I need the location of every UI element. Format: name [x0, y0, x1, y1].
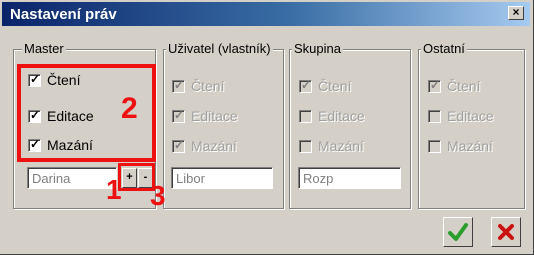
- owner-user-field[interactable]: Libor: [171, 167, 273, 189]
- annotation-number-2: 2: [121, 92, 138, 125]
- green-check-icon: [448, 223, 468, 241]
- owner-read-checkbox-row: ✓ Čtení: [172, 77, 224, 95]
- skupina-edit-checkbox: [299, 109, 312, 123]
- permissions-dialog: Nastavení práv × Master ✓ Čtení ✓ Editac…: [0, 0, 534, 255]
- skupina-group-label: Skupina: [292, 41, 343, 56]
- owner-edit-checkbox-row: ✓ Editace: [172, 107, 238, 125]
- checkmark-icon: ✓: [174, 77, 185, 92]
- skupina-read-label: Čtení: [318, 78, 352, 94]
- window-title: Nastavení práv: [10, 6, 117, 23]
- skupina-read-checkbox-row: ✓ Čtení: [299, 77, 351, 95]
- owner-read-label: Čtení: [191, 78, 225, 94]
- others-group-label: Ostatní: [421, 41, 467, 56]
- owner-delete-label: Mazání: [191, 138, 237, 154]
- others-delete-checkbox: [428, 139, 441, 153]
- checkmark-icon: ✓: [430, 77, 441, 92]
- owner-group-label: Uživatel (vlastník): [166, 41, 273, 56]
- others-edit-label: Editace: [447, 108, 494, 124]
- skupina-read-checkbox: ✓: [299, 77, 312, 93]
- red-cross-icon: [498, 224, 514, 240]
- others-read-label: Čtení: [447, 78, 481, 94]
- owner-delete-checkbox-row: ✓ Mazání: [172, 137, 237, 155]
- annotation-number-3: 3: [150, 180, 166, 211]
- others-edit-checkbox: [428, 109, 441, 123]
- owner-edit-checkbox: ✓: [172, 107, 185, 123]
- others-read-checkbox: ✓: [428, 77, 441, 93]
- others-read-checkbox-row: ✓ Čtení: [428, 77, 480, 95]
- skupina-group-field[interactable]: Rozp: [298, 167, 401, 189]
- owner-edit-label: Editace: [191, 108, 238, 124]
- others-delete-label: Mazání: [447, 138, 493, 154]
- others-edit-checkbox-row: Editace: [428, 107, 494, 125]
- close-button[interactable]: ×: [508, 6, 524, 20]
- others-group: Ostatní: [418, 41, 525, 209]
- owner-read-checkbox: ✓: [172, 77, 185, 93]
- annotation-number-1: 1: [106, 174, 122, 205]
- ok-button[interactable]: [443, 217, 473, 247]
- skupina-delete-label: Mazání: [318, 138, 364, 154]
- checkmark-icon: ✓: [301, 77, 312, 92]
- master-group-label: Master: [22, 41, 66, 56]
- cancel-button[interactable]: [491, 217, 521, 247]
- others-delete-checkbox-row: Mazání: [428, 137, 493, 155]
- skupina-edit-label: Editace: [318, 108, 365, 124]
- master-user-field[interactable]: Darina: [27, 167, 117, 189]
- checkmark-icon: ✓: [174, 107, 185, 122]
- skupina-delete-checkbox: [299, 139, 312, 153]
- title-bar: Nastavení práv ×: [2, 2, 530, 26]
- skupina-delete-checkbox-row: Mazání: [299, 137, 364, 155]
- owner-delete-checkbox: ✓: [172, 137, 185, 153]
- skupina-edit-checkbox-row: Editace: [299, 107, 365, 125]
- checkmark-icon: ✓: [174, 137, 185, 152]
